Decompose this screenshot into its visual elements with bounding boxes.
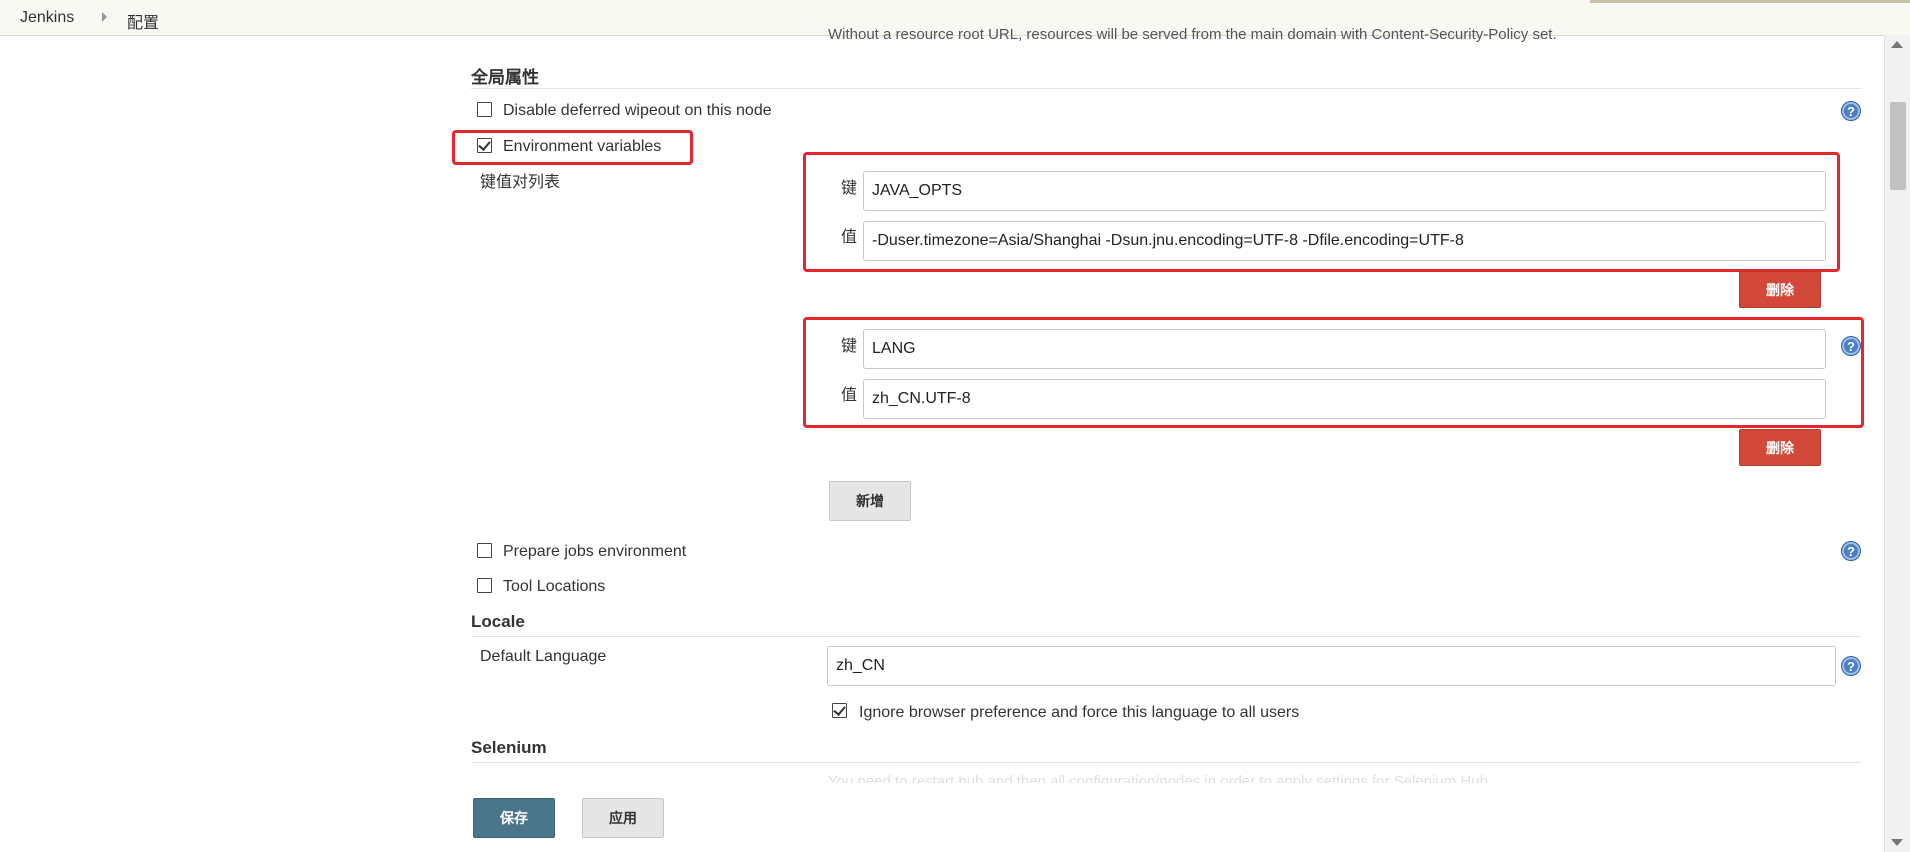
key-label: 键	[841, 180, 858, 197]
help-icon[interactable]: ?	[1841, 541, 1861, 561]
scroll-up-icon[interactable]	[1891, 41, 1903, 48]
scroll-thumb[interactable]	[1890, 102, 1906, 190]
section-divider	[471, 636, 1861, 637]
check-icon	[478, 138, 491, 151]
kv-list-label: 键值对列表	[480, 174, 561, 191]
default-language-input[interactable]	[827, 646, 1836, 686]
env-value-input[interactable]	[863, 379, 1826, 419]
save-button[interactable]: 保存	[473, 798, 555, 838]
resource-root-note: Without a resource root URL, resources w…	[828, 26, 1557, 43]
section-divider	[471, 88, 1861, 89]
help-icon[interactable]: ?	[1841, 336, 1861, 356]
add-button[interactable]: 新增	[829, 481, 911, 521]
tool-locations-label: Tool Locations	[503, 578, 606, 595]
section-title-global-properties: 全局属性	[471, 68, 539, 87]
breadcrumb-separator-icon	[102, 12, 107, 22]
key-label: 键	[841, 338, 858, 355]
section-title-locale: Locale	[471, 612, 525, 631]
value-label: 值	[841, 229, 858, 246]
ignore-browser-label: Ignore browser preference and force this…	[859, 704, 1300, 721]
check-icon	[833, 703, 846, 716]
section-divider	[471, 762, 1861, 763]
disable-wipeout-checkbox[interactable]	[477, 102, 492, 117]
help-icon[interactable]: ?	[1841, 101, 1861, 121]
breadcrumb-home[interactable]: Jenkins	[20, 9, 74, 27]
help-icon[interactable]: ?	[1841, 656, 1861, 676]
topbar-accent	[1590, 0, 1910, 3]
vertical-scrollbar[interactable]	[1884, 35, 1910, 852]
env-key-input[interactable]	[863, 329, 1826, 369]
tool-locations-checkbox[interactable]	[477, 578, 492, 593]
value-label: 值	[841, 387, 858, 404]
action-bar: 保存 应用	[0, 783, 1884, 852]
disable-wipeout-label: Disable deferred wipeout on this node	[503, 102, 772, 119]
scroll-down-icon[interactable]	[1891, 839, 1903, 846]
breadcrumb-current[interactable]: 配置	[127, 9, 159, 33]
env-vars-label: Environment variables	[503, 138, 662, 155]
delete-button[interactable]: 删除	[1739, 429, 1821, 466]
section-title-selenium: Selenium	[471, 738, 547, 757]
apply-button[interactable]: 应用	[582, 798, 664, 838]
env-vars-checkbox[interactable]	[477, 138, 492, 153]
prepare-jobs-label: Prepare jobs environment	[503, 543, 687, 560]
prepare-jobs-checkbox[interactable]	[477, 543, 492, 558]
ignore-browser-checkbox[interactable]	[832, 703, 847, 718]
default-language-label: Default Language	[480, 648, 607, 665]
delete-button[interactable]: 删除	[1739, 271, 1821, 308]
env-key-input[interactable]	[863, 171, 1826, 211]
selenium-note: You need to restart hub and then all con…	[828, 773, 1488, 783]
env-value-input[interactable]	[863, 221, 1826, 261]
